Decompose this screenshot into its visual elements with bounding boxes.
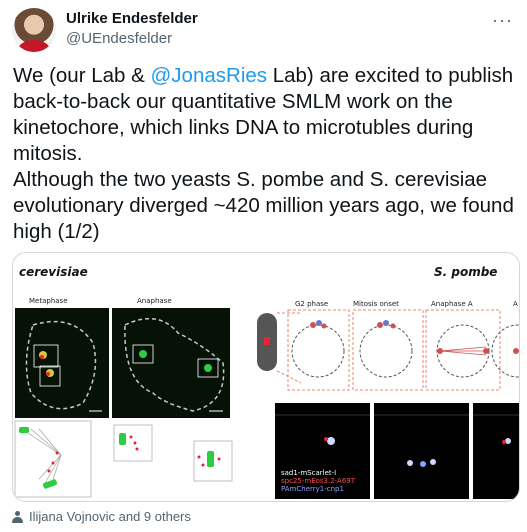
tweet-text-line2: Although the two yeasts S. pombe and S. … [13, 168, 514, 243]
metaphase-image [15, 308, 109, 418]
media-figure[interactable]: cerevisiae S. pombe Metaphase Anaphase G… [12, 252, 520, 502]
tagline-text: Ilijana Vojnovic and 9 others [29, 509, 191, 524]
legend-line2: spc25-mEos3.2-A69T [281, 477, 356, 485]
more-icon[interactable]: ··· [492, 10, 513, 31]
figure-art [14, 308, 519, 499]
avatar[interactable] [12, 8, 56, 52]
legend-line1: sad1-mScarlet-I [281, 469, 337, 477]
tweet-text: We (our Lab & @JonasRies Lab) are excite… [13, 63, 518, 245]
display-name[interactable]: Ulrike Endesfelder [66, 10, 198, 27]
user-icon [12, 510, 23, 523]
tweet-text-start: We (our Lab & [13, 64, 151, 87]
mention-link[interactable]: @JonasRies [151, 64, 268, 87]
handle[interactable]: @UEndesfelder [66, 30, 172, 47]
tagline[interactable]: Ilijana Vojnovic and 9 others [12, 509, 191, 524]
legend-line3: PAmCherry1-cnp1 [281, 485, 344, 493]
